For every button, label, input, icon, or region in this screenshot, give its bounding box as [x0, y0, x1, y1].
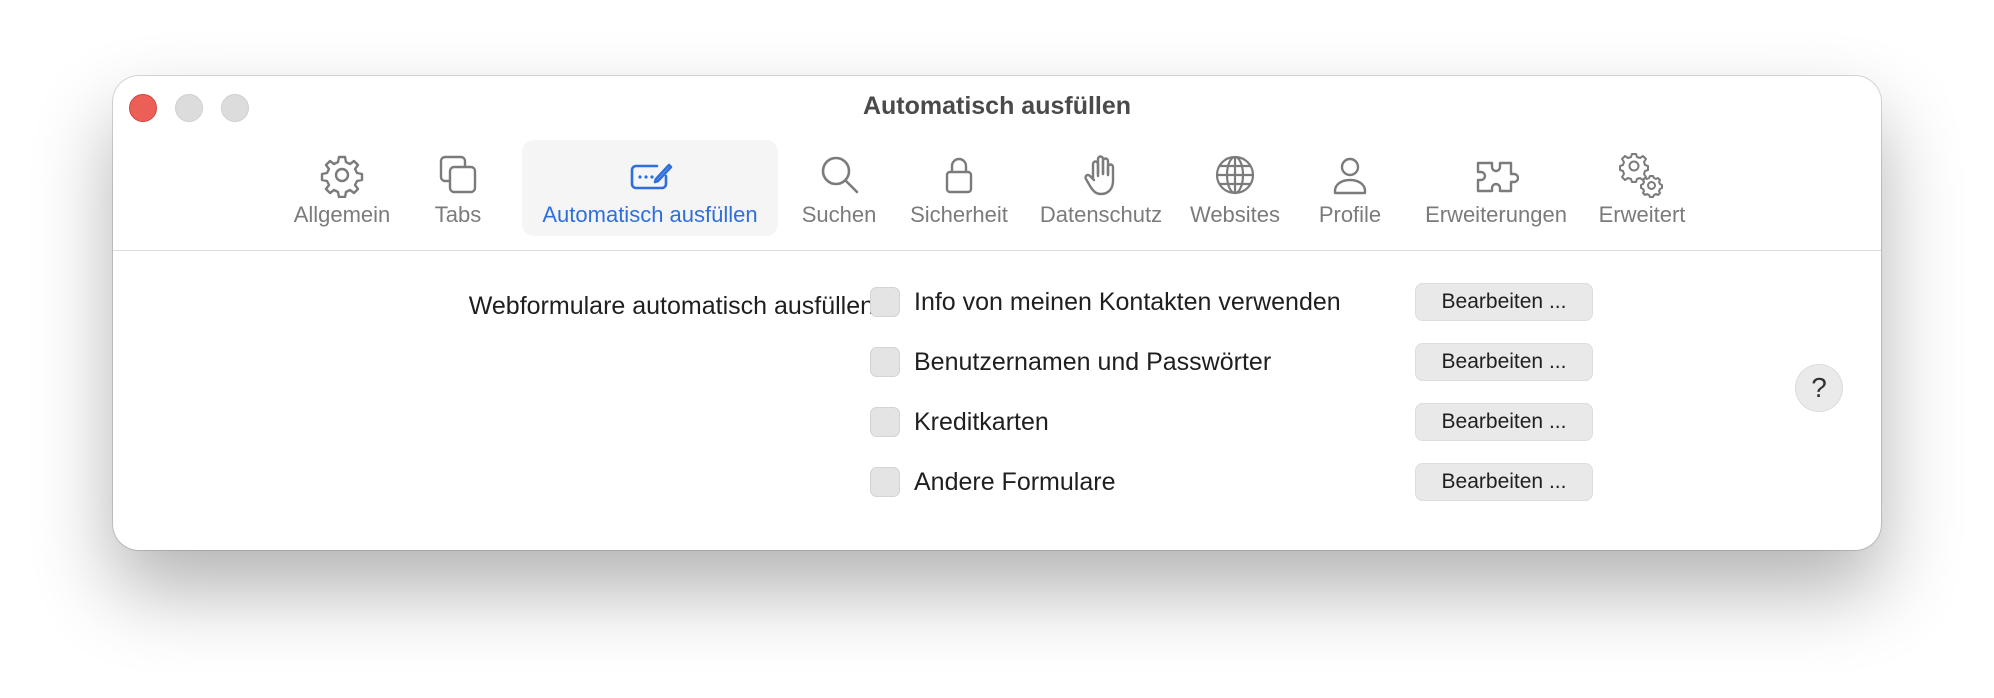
autofill-option-credit-cards: Kreditkarten [870, 404, 1049, 440]
tab-label: Erweitert [1598, 202, 1686, 227]
autofill-pane: Webformulare automatisch ausfüllen: Info… [113, 251, 1881, 550]
credit-cards-label: Kreditkarten [914, 407, 1049, 436]
tab-label: Sicherheit [910, 202, 1008, 227]
autofill-option-other-forms: Andere Formulare [870, 464, 1115, 500]
gears-icon [1617, 150, 1667, 200]
tab-sicherheit[interactable]: Sicherheit [899, 140, 1019, 236]
help-button[interactable]: ? [1795, 364, 1843, 412]
tab-erweiterungen[interactable]: Erweiterungen [1417, 140, 1575, 236]
tab-label: Automatisch ausfüllen [542, 202, 758, 227]
tab-automatisch-ausfuellen[interactable]: Automatisch ausfüllen [522, 140, 778, 236]
gear-icon [317, 150, 367, 200]
tab-tabs[interactable]: Tabs [413, 140, 503, 236]
puzzle-icon [1471, 150, 1521, 200]
tab-allgemein[interactable]: Allgemein [283, 140, 401, 236]
contacts-checkbox[interactable] [870, 287, 900, 317]
tab-label: Websites [1189, 202, 1281, 227]
tab-label: Erweiterungen [1425, 202, 1567, 227]
title-bar: Automatisch ausfüllen Allgemein Tabs Aut… [113, 76, 1881, 251]
credit-cards-checkbox[interactable] [870, 407, 900, 437]
other-forms-checkbox[interactable] [870, 467, 900, 497]
passwords-checkbox[interactable] [870, 347, 900, 377]
edit-other-forms-button[interactable]: Bearbeiten ... [1415, 463, 1593, 501]
autofill-option-passwords: Benutzernamen und Passwörter [870, 344, 1271, 380]
hand-icon [1076, 150, 1126, 200]
tab-websites[interactable]: Websites [1181, 140, 1289, 236]
search-icon [814, 150, 864, 200]
contacts-label: Info von meinen Kontakten verwenden [914, 287, 1341, 316]
autofill-icon [625, 150, 675, 200]
webforms-autofill-label: Webformulare automatisch ausfüllen: [468, 292, 881, 320]
lock-icon [934, 150, 984, 200]
tab-label: Allgemein [293, 202, 391, 227]
globe-icon [1210, 150, 1260, 200]
tab-profile[interactable]: Profile [1303, 140, 1397, 236]
autofill-option-contacts: Info von meinen Kontakten verwenden [870, 284, 1341, 320]
tab-label: Profile [1318, 202, 1382, 227]
tab-label: Tabs [434, 202, 482, 227]
tabs-icon [433, 150, 483, 200]
person-icon [1325, 150, 1375, 200]
tab-erweitert[interactable]: Erweitert [1587, 140, 1697, 236]
edit-contacts-button[interactable]: Bearbeiten ... [1415, 283, 1593, 321]
tab-label: Suchen [801, 202, 877, 227]
edit-credit-cards-button[interactable]: Bearbeiten ... [1415, 403, 1593, 441]
window-title: Automatisch ausfüllen [862, 92, 1132, 120]
other-forms-label: Andere Formulare [914, 467, 1116, 496]
edit-passwords-button[interactable]: Bearbeiten ... [1415, 343, 1593, 381]
tab-datenschutz[interactable]: Datenschutz [1031, 140, 1171, 236]
tab-suchen[interactable]: Suchen [791, 140, 887, 236]
passwords-label: Benutzernamen und Passwörter [914, 347, 1272, 376]
tab-label: Datenschutz [1039, 202, 1163, 227]
preferences-window: Automatisch ausfüllen Allgemein Tabs Aut… [113, 76, 1881, 550]
preferences-toolbar: Allgemein Tabs Automatisch ausfüllen Suc… [113, 140, 1881, 250]
